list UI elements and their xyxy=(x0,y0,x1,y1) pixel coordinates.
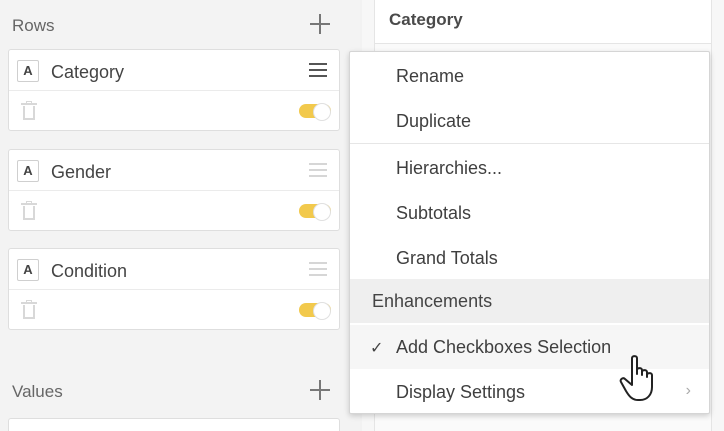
field-menu-icon[interactable] xyxy=(309,262,327,276)
field-list-pane: Rows A Category A Gender A Condition Val… xyxy=(0,0,360,431)
menu-item-label: Rename xyxy=(396,66,465,86)
selected-field-title: Category xyxy=(389,10,463,29)
check-icon: ✓ xyxy=(370,340,384,357)
values-section-header: Values xyxy=(0,370,340,410)
menu-item-label: Grand Totals xyxy=(396,248,498,268)
row-field-label: Condition xyxy=(51,261,128,281)
menu-item-subtotals[interactable]: Subtotals xyxy=(350,191,709,235)
menu-item-rename[interactable]: Rename xyxy=(350,54,709,98)
add-row-plus-icon[interactable] xyxy=(310,14,330,34)
row-field-card-condition[interactable]: A Condition xyxy=(8,248,340,330)
values-section-title: Values xyxy=(12,382,63,401)
text-type-icon: A xyxy=(17,160,39,182)
row-field-options xyxy=(9,91,339,131)
menu-item-label: Add Checkboxes Selection xyxy=(396,337,612,357)
field-toggle[interactable] xyxy=(299,103,331,121)
selected-field-header: Category xyxy=(374,0,712,44)
text-type-icon: A xyxy=(17,60,39,82)
value-field-card-partial[interactable] xyxy=(8,418,340,431)
row-field-options xyxy=(9,191,339,231)
add-value-plus-icon[interactable] xyxy=(310,380,330,400)
menu-divider xyxy=(350,143,709,144)
row-field-card-gender[interactable]: A Gender xyxy=(8,149,340,231)
menu-item-label: Hierarchies... xyxy=(396,158,503,178)
trash-icon[interactable] xyxy=(21,300,37,320)
trash-icon[interactable] xyxy=(21,201,37,221)
menu-item-label: Subtotals xyxy=(396,203,472,223)
field-toggle[interactable] xyxy=(299,302,331,320)
menu-item-label: Display Settings xyxy=(396,382,526,402)
row-field-options xyxy=(9,290,339,330)
row-field-label: Category xyxy=(51,62,125,82)
row-field-header: A Condition xyxy=(9,249,339,290)
row-field-header: A Category xyxy=(9,50,339,91)
menu-item-duplicate[interactable]: Duplicate xyxy=(350,99,709,143)
trash-icon[interactable] xyxy=(21,101,37,121)
menu-item-grand-totals[interactable]: Grand Totals xyxy=(350,236,709,280)
hand-cursor-icon xyxy=(619,355,653,401)
menu-group-enhancements: Enhancements xyxy=(350,279,709,323)
row-field-label: Gender xyxy=(51,162,112,182)
row-field-card-category[interactable]: A Category xyxy=(8,49,340,131)
menu-group-label: Enhancements xyxy=(372,291,493,311)
text-type-icon: A xyxy=(17,259,39,281)
menu-item-hierarchies[interactable]: Hierarchies... xyxy=(350,146,709,190)
field-menu-icon[interactable] xyxy=(309,63,327,77)
menu-item-label: Duplicate xyxy=(396,111,472,131)
field-menu-icon[interactable] xyxy=(309,163,327,177)
chevron-right-icon: › xyxy=(685,382,691,399)
rows-section-header: Rows xyxy=(0,4,340,44)
row-field-header: A Gender xyxy=(9,150,339,191)
field-toggle[interactable] xyxy=(299,203,331,221)
rows-section-title: Rows xyxy=(12,16,55,35)
